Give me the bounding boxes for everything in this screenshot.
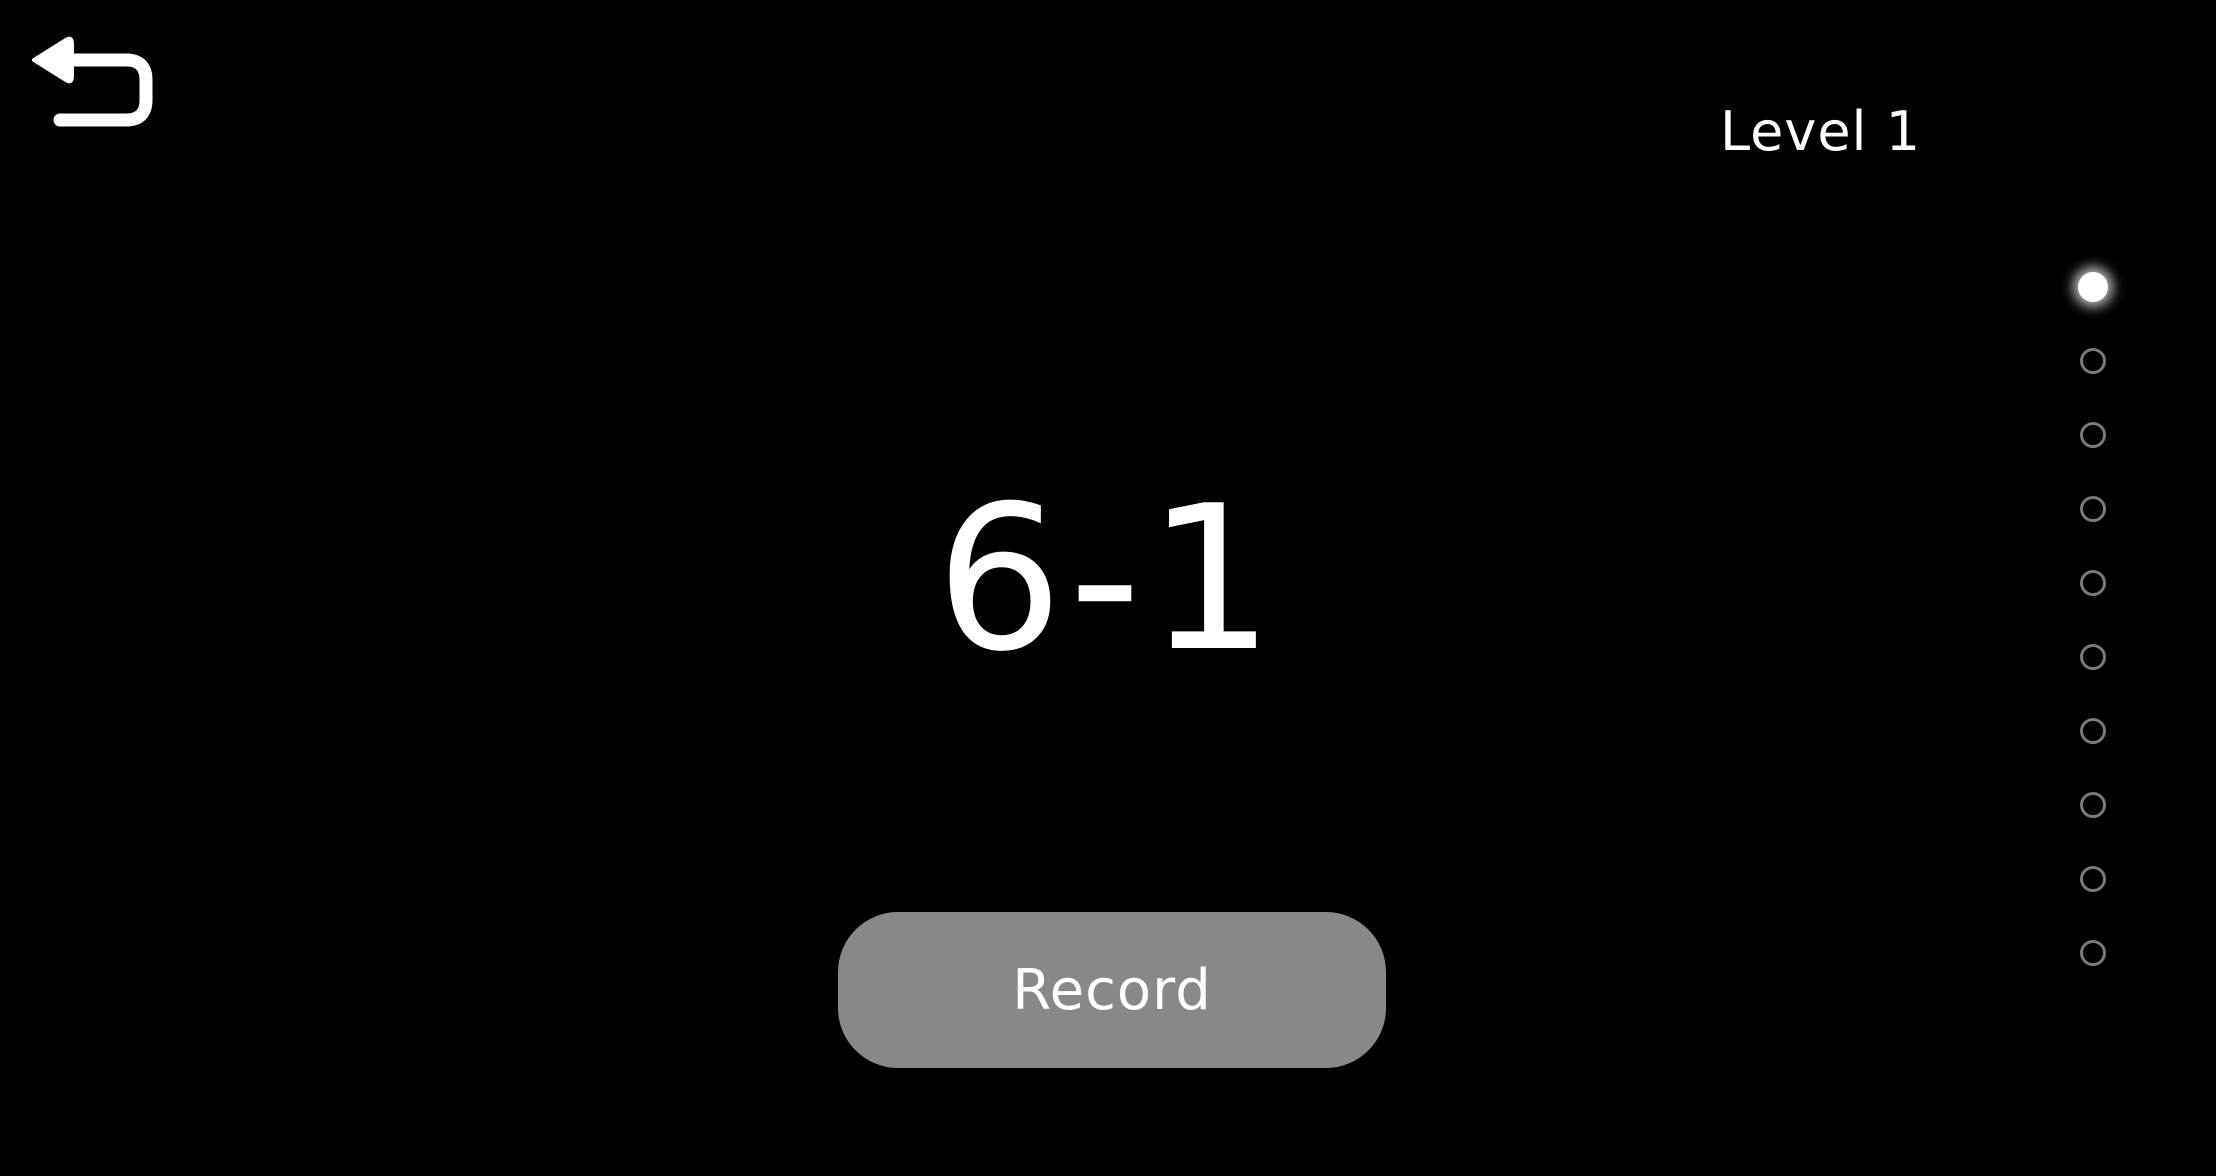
progress-dot xyxy=(2080,496,2106,522)
level-label: Level 1 xyxy=(1720,100,1922,163)
progress-dot xyxy=(2080,570,2106,596)
progress-dot xyxy=(2080,940,2106,966)
progress-dot xyxy=(2080,422,2106,448)
back-button[interactable] xyxy=(28,18,154,130)
record-button-label: Record xyxy=(1012,957,1212,1023)
progress-dot xyxy=(2080,792,2106,818)
math-problem: 6-1 xyxy=(935,463,1281,696)
progress-dot xyxy=(2080,866,2106,892)
game-screen: Level 1 6-1 Record xyxy=(0,0,2216,1176)
record-button[interactable]: Record xyxy=(838,912,1386,1068)
question-progress-indicator xyxy=(2078,272,2112,974)
progress-dot xyxy=(2080,718,2106,744)
progress-dot-current xyxy=(2078,272,2108,302)
progress-dot xyxy=(2080,348,2106,374)
back-arrow-icon xyxy=(32,36,153,127)
progress-dot xyxy=(2080,644,2106,670)
